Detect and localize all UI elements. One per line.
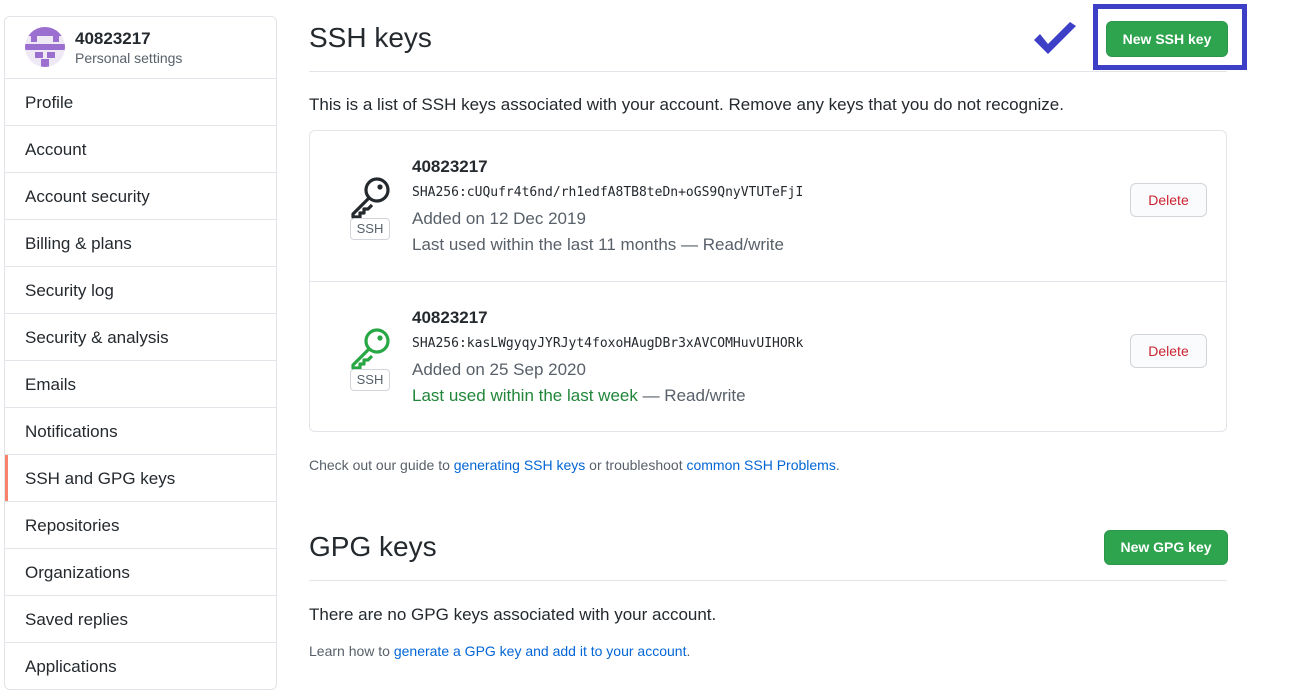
ssh-guide-text: Check out our guide to generating SSH ke… xyxy=(309,457,840,473)
ssh-key-fingerprint: SHA256:kasLWgyqyJYRJyt4foxoHAugDBr3xAVCO… xyxy=(412,336,804,351)
ssh-key-row: SSH 40823217 SHA256:cUQufr4t6nd/rh1edfA8… xyxy=(310,131,1226,281)
guide-suffix: . xyxy=(835,457,840,473)
ssh-keys-title: SSH keys xyxy=(309,22,432,53)
profile-username: 40823217 xyxy=(75,29,151,48)
checkmark-icon xyxy=(1034,22,1076,54)
ssh-key-last-used: Last used within the last 11 months — Re… xyxy=(412,235,784,255)
guide-middle: or troubleshoot xyxy=(585,457,687,473)
settings-sidebar: 40823217 Personal settings Profile Accou… xyxy=(4,16,277,690)
sidebar-item-security-log[interactable]: Security log xyxy=(5,267,276,314)
sidebar-item-ssh-gpg-keys[interactable]: SSH and GPG keys xyxy=(5,455,276,502)
key-icon xyxy=(351,328,390,370)
avatar xyxy=(25,27,65,67)
delete-ssh-key-button[interactable]: Delete xyxy=(1130,334,1207,368)
guide-prefix: Check out our guide to xyxy=(309,457,454,473)
profile-subtitle: Personal settings xyxy=(75,50,183,66)
ssh-key-title: 40823217 xyxy=(412,308,488,327)
learn-prefix: Learn how to xyxy=(309,643,394,659)
sidebar-item-repositories[interactable]: Repositories xyxy=(5,502,276,549)
sidebar-item-emails[interactable]: Emails xyxy=(5,361,276,408)
sidebar-item-applications[interactable]: Applications xyxy=(5,643,276,689)
ssh-key-last-used: Last used within the last week — Read/wr… xyxy=(412,386,746,406)
key-icon xyxy=(351,177,390,219)
sidebar-item-profile[interactable]: Profile xyxy=(5,79,276,126)
ssh-keys-list: SSH 40823217 SHA256:cUQufr4t6nd/rh1edfA8… xyxy=(309,130,1227,432)
ssh-key-added-date: Added on 12 Dec 2019 xyxy=(412,209,586,228)
sidebar-item-notifications[interactable]: Notifications xyxy=(5,408,276,455)
ssh-key-used-text: Last used within the last 11 months xyxy=(412,235,677,254)
sidebar-item-saved-replies[interactable]: Saved replies xyxy=(5,596,276,643)
gpg-title-divider xyxy=(309,580,1227,581)
common-ssh-problems-link[interactable]: common SSH Problems xyxy=(686,457,835,473)
ssh-key-added-date: Added on 25 Sep 2020 xyxy=(412,360,586,379)
ssh-intro-text: This is a list of SSH keys associated wi… xyxy=(309,95,1064,114)
new-ssh-key-button[interactable]: New SSH key xyxy=(1106,21,1228,57)
ssh-key-access: — Read/write xyxy=(676,235,784,254)
sidebar-item-billing[interactable]: Billing & plans xyxy=(5,220,276,267)
sidebar-item-security-analysis[interactable]: Security & analysis xyxy=(5,314,276,361)
ssh-key-fingerprint: SHA256:cUQufr4t6nd/rh1edfA8TB8teDn+oGS9Q… xyxy=(412,185,804,200)
no-gpg-keys-text: There are no GPG keys associated with yo… xyxy=(309,605,717,624)
gpg-keys-title: GPG keys xyxy=(309,531,437,562)
new-gpg-key-button[interactable]: New GPG key xyxy=(1104,530,1228,565)
gpg-learn-text: Learn how to generate a GPG key and add … xyxy=(309,643,690,659)
profile-header[interactable]: 40823217 Personal settings xyxy=(5,17,276,79)
sidebar-item-organizations[interactable]: Organizations xyxy=(5,549,276,596)
ssh-title-divider xyxy=(309,71,1227,72)
delete-ssh-key-button[interactable]: Delete xyxy=(1130,183,1207,217)
generating-ssh-keys-link[interactable]: generating SSH keys xyxy=(454,457,586,473)
sidebar-item-account-security[interactable]: Account security xyxy=(5,173,276,220)
ssh-key-access: — Read/write xyxy=(637,386,746,405)
ssh-key-used-recent: Last used within the last week xyxy=(412,386,638,405)
ssh-key-row: SSH 40823217 SHA256:kasLWgyqyJYRJyt4foxo… xyxy=(310,281,1226,432)
generate-gpg-key-link[interactable]: generate a GPG key and add it to your ac… xyxy=(394,643,687,659)
ssh-badge: SSH xyxy=(350,369,390,391)
ssh-badge: SSH xyxy=(350,218,390,240)
ssh-key-title: 40823217 xyxy=(412,157,488,176)
learn-suffix: . xyxy=(686,643,691,659)
sidebar-item-account[interactable]: Account xyxy=(5,126,276,173)
